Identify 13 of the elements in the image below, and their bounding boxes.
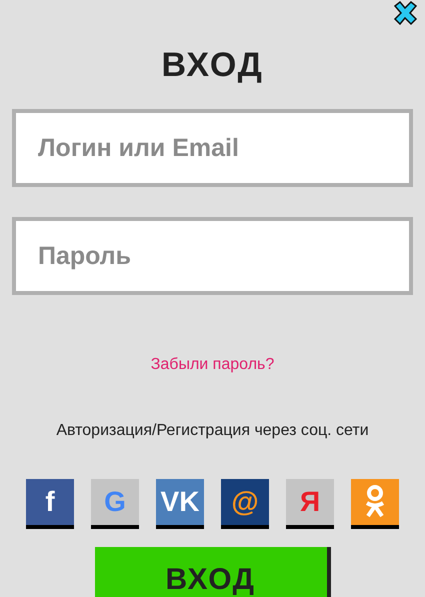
forgot-password-link[interactable]: Забыли пароль? xyxy=(150,353,274,377)
social-login-button[interactable]: VK xyxy=(156,479,204,529)
social-login-button[interactable]: Я xyxy=(286,479,334,529)
login-title: ВХОД xyxy=(161,45,264,86)
social-caption: Авторизация/Регистрация через соц. сети xyxy=(56,421,369,441)
social-login-button[interactable]: f xyxy=(26,479,74,529)
input-field[interactable]: Логин или Email xyxy=(12,109,413,187)
input-field[interactable]: Пароль xyxy=(12,217,413,295)
social-login-button[interactable] xyxy=(351,479,399,529)
social-login-button[interactable]: @ xyxy=(221,479,269,529)
login-button[interactable]: ВХОД xyxy=(94,547,330,597)
person-icon xyxy=(364,485,386,519)
close-icon[interactable] xyxy=(391,0,419,26)
